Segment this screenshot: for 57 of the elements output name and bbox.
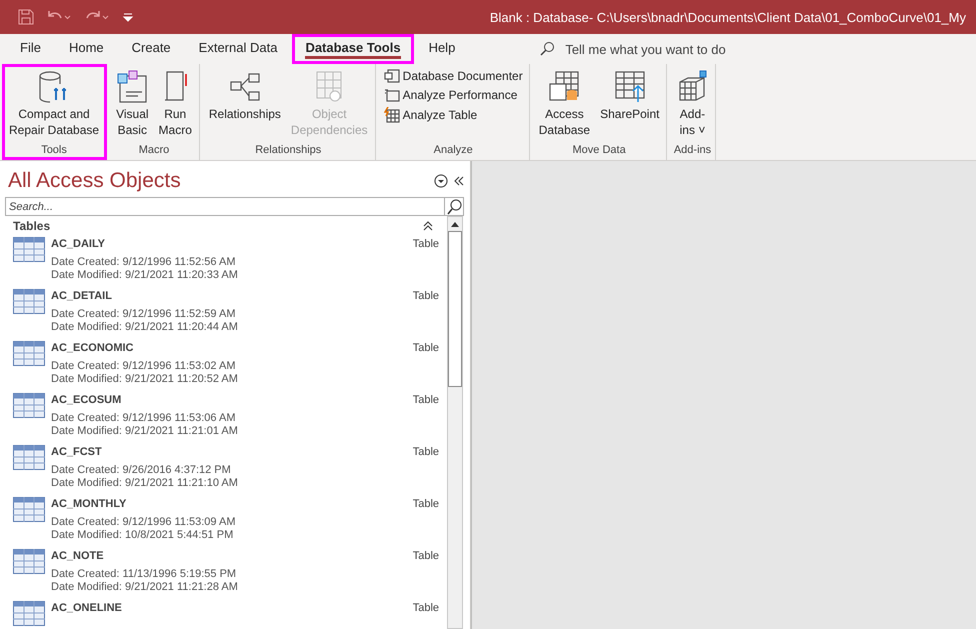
object-type: Table bbox=[412, 601, 439, 614]
date-created: Date Created: 9/12/1996 11:53:09 AM bbox=[51, 516, 236, 529]
date-modified: Date Modified: 9/21/2021 11:21:28 AM bbox=[51, 581, 239, 594]
table-name: AC_FCST bbox=[51, 445, 102, 458]
section-label: Tables bbox=[13, 218, 50, 232]
date-created: Date Created: 9/12/1996 11:53:02 AM bbox=[51, 360, 236, 373]
group-label: Move Data bbox=[572, 144, 626, 158]
group-label: Analyze bbox=[434, 144, 473, 158]
tell-me-field[interactable]: Tell me what you want to do bbox=[563, 40, 808, 58]
date-created: Date Created: 9/26/2016 4:37:12 PM bbox=[51, 464, 232, 477]
ribbon-command[interactable]: Analyze Table bbox=[382, 106, 525, 124]
ribbon-tab[interactable]: Help bbox=[416, 34, 468, 64]
group-label: Tools bbox=[41, 144, 67, 158]
ribbon-command[interactable]: Visual Basic bbox=[113, 68, 152, 144]
ribbon-tab[interactable]: Database Tools bbox=[292, 34, 414, 64]
date-modified: Date Modified: 9/21/2021 11:20:52 AM bbox=[51, 373, 239, 386]
ribbon-command[interactable]: Analyze Performance bbox=[382, 87, 525, 103]
group-label: Relationships bbox=[255, 144, 322, 158]
object-type: Table bbox=[412, 289, 439, 302]
ribbon-tab[interactable]: Create bbox=[118, 34, 184, 64]
date-created: Date Created: 11/13/1996 5:19:55 PM bbox=[51, 568, 238, 581]
ribbon-command[interactable]: Relationships bbox=[206, 68, 284, 144]
ribbon-command[interactable]: Compact and Repair Database bbox=[6, 68, 102, 144]
ribbon-command[interactable]: Database Documenter bbox=[382, 68, 525, 84]
ribbon-tab[interactable]: Home bbox=[56, 34, 117, 64]
date-created: Date Created: 9/12/1996 11:53:06 AM bbox=[51, 412, 236, 425]
object-type: Table bbox=[412, 497, 439, 510]
ribbon-command[interactable]: Access Database bbox=[536, 68, 594, 144]
date-modified: Date Modified: 9/21/2021 11:21:10 AM bbox=[51, 477, 239, 490]
table-name: AC_ECOSUM bbox=[51, 393, 122, 406]
pane-title: All Access Objects bbox=[8, 169, 181, 193]
group-label: Macro bbox=[138, 144, 170, 158]
date-modified: Date Modified: 9/21/2021 11:21:01 AM bbox=[51, 425, 239, 438]
table-name: AC_MONTHLY bbox=[51, 497, 126, 510]
table-name: AC_DAILY bbox=[51, 237, 105, 250]
table-name: AC_DETAIL bbox=[51, 289, 112, 302]
object-type: Table bbox=[412, 341, 439, 354]
table-name: AC_ONELINE bbox=[51, 601, 122, 614]
ribbon-tab[interactable]: File bbox=[7, 34, 54, 64]
object-type: Table bbox=[412, 393, 439, 406]
date-modified: Date Modified: 9/21/2021 11:20:33 AM bbox=[51, 269, 239, 282]
date-modified: Date Modified: 10/8/2021 5:44:51 PM bbox=[51, 529, 234, 542]
ribbon-command[interactable]: SharePoint bbox=[597, 68, 662, 144]
ribbon-command[interactable]: Run Macro bbox=[156, 68, 195, 144]
group-label: Add-ins bbox=[674, 144, 712, 158]
date-created: Date Created: 9/12/1996 11:52:56 AM bbox=[51, 256, 236, 269]
date-created: Date Created: 9/12/1996 11:52:59 AM bbox=[51, 308, 236, 321]
object-type: Table bbox=[412, 549, 439, 562]
search-field[interactable]: Search... bbox=[5, 197, 444, 216]
object-type: Table bbox=[412, 237, 439, 250]
date-modified: Date Modified: 9/21/2021 11:20:44 AM bbox=[51, 321, 239, 334]
object-type: Table bbox=[412, 445, 439, 458]
window-title: Blank : Database- C:\Users\bnadr\Documents\Client Data\01_ComboCurve\01_My bbox=[490, 10, 966, 24]
table-name: AC_ECONOMIC bbox=[51, 341, 134, 354]
ribbon-tab[interactable]: External Data bbox=[186, 34, 290, 64]
table-name: AC_NOTE bbox=[51, 549, 104, 562]
ribbon-command[interactable]: Add- ins ˅ bbox=[673, 68, 712, 144]
